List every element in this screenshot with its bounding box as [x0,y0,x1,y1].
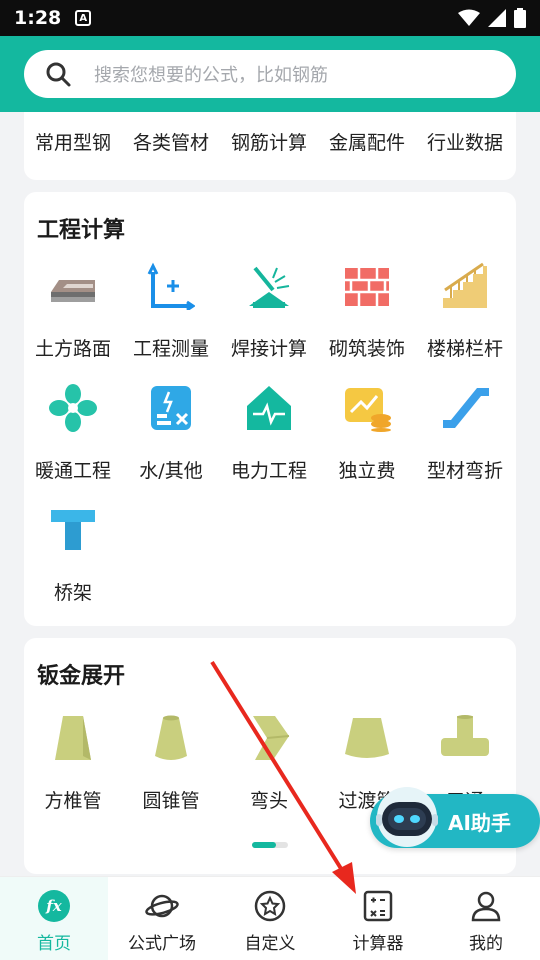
robot-icon [376,787,438,847]
tab-custom[interactable]: 自定义 [216,877,324,960]
grid-item[interactable]: 型材弯折 [416,384,514,494]
tab-label: 我的 [469,934,503,954]
cable-tray-icon [51,510,95,550]
tab-calculator[interactable]: 计算器 [324,877,432,960]
tab-label: 首页 [37,934,71,954]
search-input[interactable]: 搜索您想要的公式，比如钢筋 [94,61,328,87]
grid-item[interactable]: 圆锥管 [122,714,220,824]
grid-label: 楼梯栏杆 [426,338,503,360]
battery-icon [514,8,526,28]
category-label: 常用型钢 [34,132,111,154]
star-circle-icon [254,890,286,922]
wifi-icon [458,9,480,26]
transition-pipe-icon [345,718,389,758]
category-item[interactable]: 金属配件 [318,128,416,168]
grid-label: 暖通工程 [34,460,111,482]
tab-home[interactable]: fx 首页 [0,877,108,960]
person-icon [471,891,501,922]
grid-item[interactable]: 楼梯栏杆 [416,262,514,372]
grid-item[interactable]: 工程测量 [122,262,220,372]
grid-item[interactable]: 暖通工程 [24,384,122,494]
grid-label: 砌筑装饰 [328,338,405,360]
tee-pipe-icon [441,715,489,756]
grid-label: 工程测量 [132,338,209,360]
brick-wall-icon [345,268,389,306]
axis-measure-icon [147,262,195,310]
tab-label: 计算器 [352,934,404,954]
fx-icon: fx [38,890,70,922]
welding-icon [249,266,290,308]
grid-label: 圆锥管 [142,790,200,812]
tab-formula-square[interactable]: 公式广场 [108,877,216,960]
grid-item[interactable]: 独立费 [318,384,416,494]
stairs-railing-icon [443,262,487,308]
calculator-icon [363,890,393,922]
status-icons [458,8,526,28]
status-bar: 1:28 A [0,0,540,36]
app-header: 搜索您想要的公式，比如钢筋 [0,36,540,112]
grid-item[interactable]: 水/其他 [122,384,220,494]
grid-item[interactable]: 方椎管 [24,714,122,824]
page-indicator-active [252,842,276,848]
signal-icon [488,9,506,27]
category-item[interactable]: 钢筋计算 [220,128,318,168]
fan-icon [49,384,97,432]
elbow-icon [253,716,290,760]
grid-item[interactable]: 土方路面 [24,262,122,372]
main-content: 常用型钢 各类管材 钢筋计算 金属配件 行业数据 工程计算 土方路面 工程测量 … [0,112,540,876]
road-icon [51,280,95,302]
grid-label: 型材弯折 [426,460,503,482]
section-title: 工程计算 [37,218,126,243]
grid-label: 焊接计算 [230,338,307,360]
grid-label: 电力工程 [230,460,307,482]
grid-item[interactable]: 弯头 [220,714,318,824]
water-icon [151,386,191,430]
status-time: 1:28 [14,7,62,29]
fee-icon [345,388,391,432]
square-cone-icon [55,716,91,760]
page-indicator [252,842,288,848]
tab-mine[interactable]: 我的 [432,877,540,960]
grid-label: 独立费 [338,460,396,482]
power-house-icon [247,386,291,430]
category-label: 各类管材 [132,132,209,154]
grid-label: 弯头 [249,790,288,812]
grid-label: 土方路面 [34,338,111,360]
grid-item[interactable]: 砌筑装饰 [318,262,416,372]
profile-bend-icon [443,388,489,428]
grid-item[interactable]: 电力工程 [220,384,318,494]
engineering-card: 工程计算 土方路面 工程测量 焊接计算 砌筑装饰 楼梯栏杆 暖通工程 水/其他 … [24,192,516,626]
grid-label: 水/其他 [139,460,203,482]
tab-label: 公式广场 [128,934,196,954]
bottom-tab-bar: fx 首页 公式广场 自定义 计算器 我的 [0,876,540,960]
grid-label: 桥架 [53,582,92,604]
grid-item[interactable]: 桥架 [24,506,122,616]
category-item[interactable]: 行业数据 [416,128,514,168]
svg-text:fx: fx [45,897,62,915]
category-item[interactable]: 各类管材 [122,128,220,168]
planet-icon [145,894,179,918]
category-label: 金属配件 [328,132,405,154]
grid-item[interactable]: 焊接计算 [220,262,318,372]
search-bar[interactable]: 搜索您想要的公式，比如钢筋 [24,50,516,98]
category-label: 钢筋计算 [230,132,307,154]
ai-assistant-label: AI助手 [448,810,511,835]
search-icon [46,62,71,87]
material-category-card: 常用型钢 各类管材 钢筋计算 金属配件 行业数据 [24,112,516,180]
category-label: 行业数据 [426,132,503,154]
tab-label: 自定义 [244,934,296,954]
grid-label: 方椎管 [44,790,102,812]
category-item[interactable]: 常用型钢 [24,128,122,168]
section-title: 钣金展开 [37,664,126,689]
notification-a-icon: A [75,10,92,26]
round-cone-icon [155,715,187,760]
